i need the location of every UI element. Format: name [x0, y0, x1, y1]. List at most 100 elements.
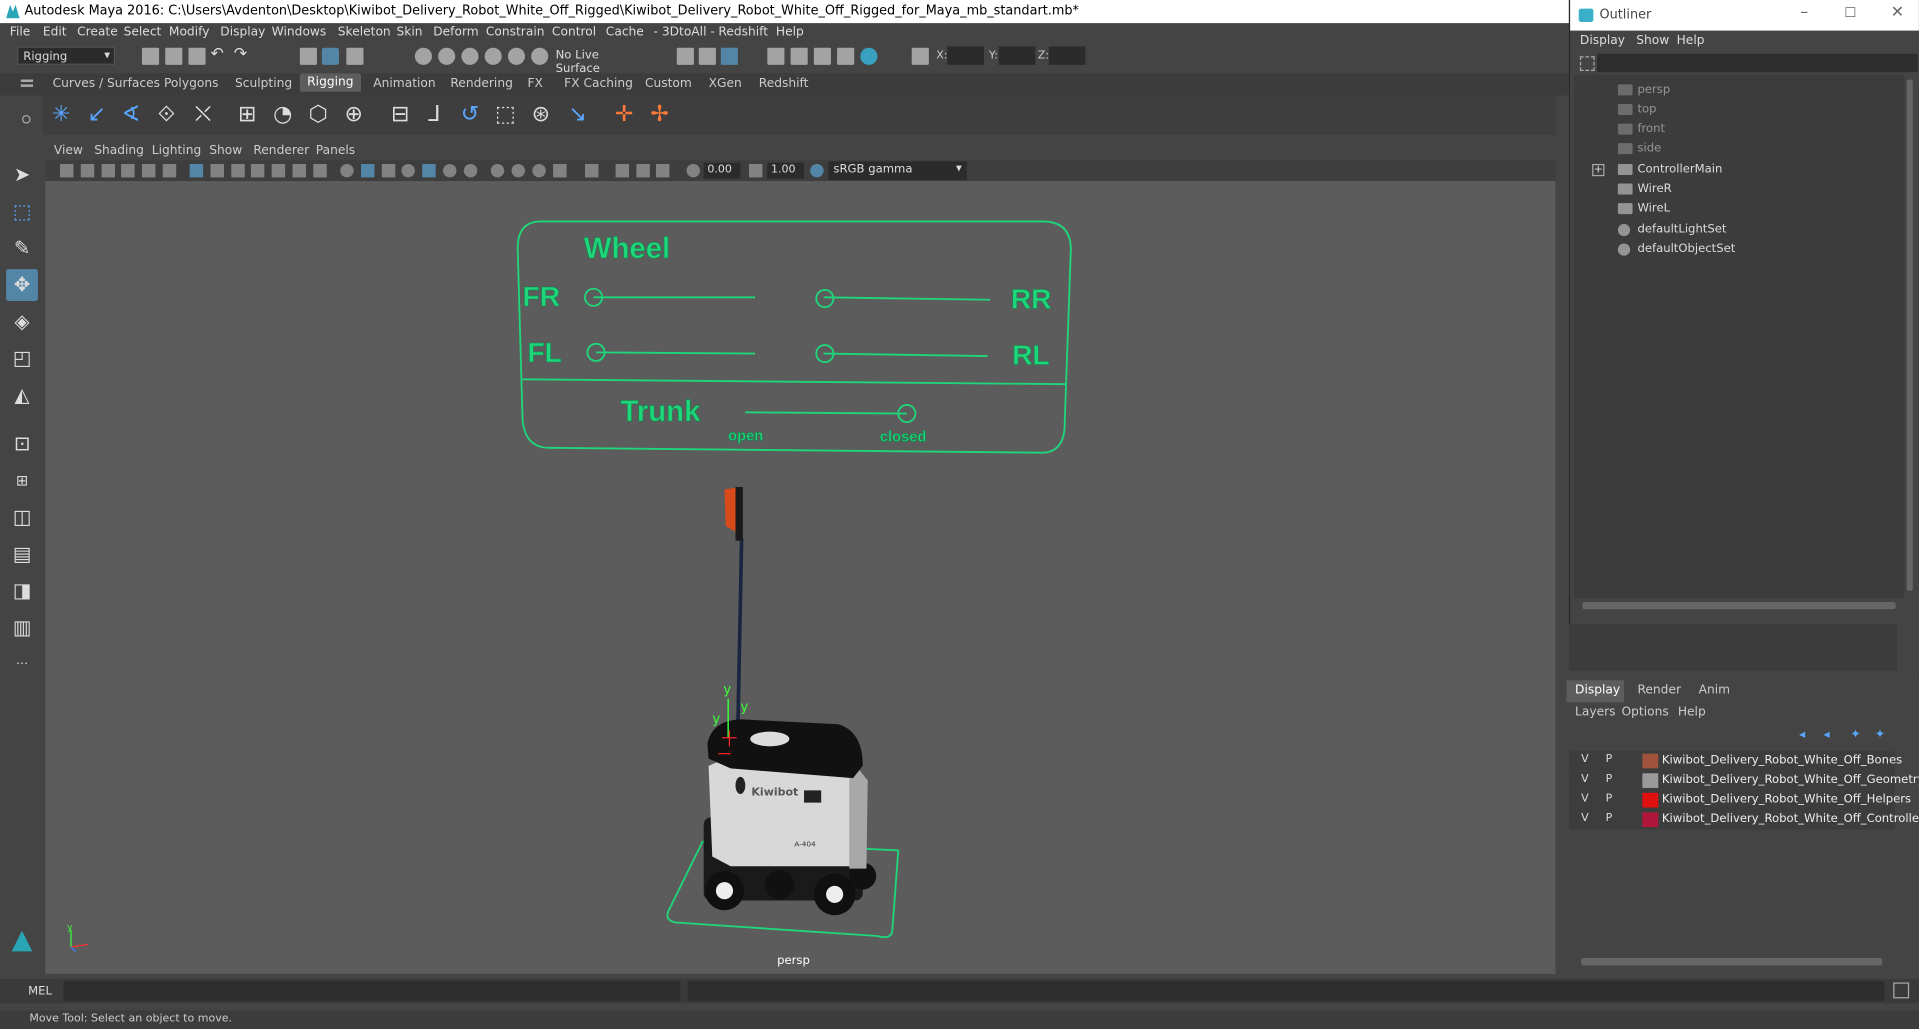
menu-constrain[interactable]: Constrain [486, 26, 545, 39]
safe-title-icon[interactable] [313, 163, 327, 178]
menu-cache[interactable]: Cache [606, 26, 644, 39]
layer-menu-options[interactable]: Options [1622, 706, 1669, 719]
kiwibot-robot[interactable]: Kiwibot A-404 [703, 719, 877, 916]
snap-surface-icon[interactable] [507, 47, 526, 65]
layer-playback-toggle[interactable]: P [1606, 754, 1613, 766]
move-tool-icon[interactable]: ✥ [6, 269, 38, 301]
outliner-menu-help[interactable]: Help [1677, 34, 1705, 47]
undo-icon[interactable]: ↶ [210, 45, 227, 63]
ik-spline-icon[interactable]: ∢ [119, 102, 143, 127]
scale-constraint-icon[interactable]: ⬚ [493, 102, 517, 127]
rotate-tool-icon[interactable]: ◈ [6, 306, 38, 338]
parent-constraint-icon[interactable]: ⊛ [529, 102, 553, 127]
tab-polygons[interactable]: Polygons [164, 77, 218, 90]
menu-3dtoall[interactable]: - 3DtoAll - [654, 26, 715, 39]
image-plane-icon[interactable] [121, 163, 135, 178]
layer-row-controllers[interactable]: V P Kiwibot_Delivery_Robot_White_Off_Contr… [1568, 809, 1919, 830]
layer-visibility-toggle[interactable]: V [1581, 773, 1589, 785]
screen-space-ao-icon[interactable] [490, 163, 505, 178]
resolution-gate-icon[interactable] [231, 163, 245, 178]
modeling-toolkit-icon[interactable] [911, 47, 929, 65]
select-hierarchy-icon[interactable] [299, 47, 317, 65]
layer-menu-help[interactable]: Help [1678, 706, 1706, 719]
layer-hscroll[interactable] [1581, 958, 1883, 966]
menu-file[interactable]: File [10, 26, 30, 39]
camera-2d-pan-icon[interactable] [162, 163, 177, 178]
textured-icon[interactable] [422, 163, 436, 178]
render-view-icon[interactable] [767, 47, 785, 65]
grease-pencil-icon[interactable] [141, 163, 156, 178]
hypershade-icon[interactable] [860, 47, 878, 65]
gate-mask-icon[interactable] [250, 163, 265, 178]
tab-animation[interactable]: Animation [373, 77, 435, 90]
menu-help[interactable]: Help [776, 26, 804, 39]
exposure-field[interactable]: 0.00 [703, 162, 741, 179]
menu-redshift[interactable]: Redshift [718, 26, 768, 39]
scale-tool-icon[interactable]: ◰ [6, 343, 38, 375]
move-layer-up-icon[interactable]: ◂ [1799, 728, 1805, 741]
new-layer-icon[interactable]: ✦ [1850, 728, 1860, 741]
menu-edit[interactable]: Edit [43, 26, 67, 39]
layer-color-swatch[interactable] [1642, 792, 1659, 808]
outliner-filter-icon[interactable] [1579, 56, 1595, 71]
expand-icon[interactable]: + [1592, 163, 1605, 177]
wireframe-on-shaded-icon[interactable] [401, 163, 415, 178]
xray-active-icon[interactable] [636, 163, 650, 178]
motion-blur-icon[interactable] [511, 163, 526, 178]
command-language[interactable]: MEL [28, 985, 52, 998]
menu-modify[interactable]: Modify [169, 26, 210, 39]
persp-outliner-icon[interactable]: ◨ [6, 575, 38, 607]
wireframe-icon[interactable] [340, 163, 354, 178]
new-layer-selected-icon[interactable]: ✦ [1875, 728, 1885, 741]
persp-viewport[interactable]: Wheel FR RR FL RL Trunk open closed Kiwi… [45, 181, 1556, 974]
tab-custom[interactable]: Custom [645, 77, 692, 90]
menu-display[interactable]: Display [220, 26, 265, 39]
field-chart-icon[interactable] [271, 163, 286, 178]
menu-select[interactable]: Select [124, 26, 162, 39]
tab-sculpting[interactable]: Sculpting [235, 77, 292, 90]
xray-icon[interactable] [615, 163, 630, 178]
camera-attr-icon[interactable] [80, 163, 95, 178]
layer-tab-display[interactable]: Display [1566, 680, 1624, 703]
grid-toggle-icon[interactable] [189, 163, 204, 178]
point-constraint-icon[interactable]: ⊟ [388, 102, 412, 127]
gamma-icon[interactable] [748, 163, 763, 178]
save-scene-icon[interactable] [188, 47, 206, 65]
input-ops-icon[interactable] [676, 47, 694, 65]
layer-row-helpers[interactable]: V P Kiwibot_Delivery_Robot_White_Off_Helpe… [1568, 790, 1911, 810]
menu-control[interactable]: Control [552, 26, 596, 39]
y-field[interactable] [998, 46, 1036, 65]
snap-live-icon[interactable] [531, 47, 549, 65]
default-material-icon[interactable] [381, 163, 396, 178]
tool-b-icon[interactable]: ✢ [647, 102, 671, 127]
layer-tab-anim[interactable]: Anim [1699, 684, 1730, 697]
layer-row-geometry[interactable]: V P Kiwibot_Delivery_Robot_White_Off_Geome… [1568, 770, 1919, 791]
shadows-icon[interactable] [463, 163, 478, 178]
last-tool-icon[interactable]: ◭ [6, 379, 38, 411]
select-component-icon[interactable] [346, 47, 364, 65]
layout-more-icon[interactable]: ⋯ [6, 648, 38, 680]
x-field[interactable] [947, 46, 984, 65]
menuset-dropdown[interactable]: Rigging ▾ [17, 46, 116, 65]
cluster-icon[interactable]: ⊕ [341, 102, 365, 127]
layer-playback-toggle[interactable]: P [1606, 812, 1613, 824]
script-editor-icon[interactable] [1893, 982, 1910, 999]
smooth-shade-icon[interactable] [361, 163, 375, 178]
outliner-search-input[interactable] [1597, 53, 1918, 73]
layer-color-swatch[interactable] [1642, 773, 1659, 788]
side-by-side-icon[interactable]: ◫ [6, 502, 38, 534]
shelf-settings-icon[interactable] [22, 115, 31, 124]
render-current-icon[interactable] [790, 47, 808, 65]
tab-redshift[interactable]: Redshift [759, 77, 809, 90]
safe-action-icon[interactable] [292, 163, 306, 178]
layer-color-swatch[interactable] [1642, 753, 1659, 769]
select-object-icon[interactable] [321, 47, 339, 65]
layer-playback-toggle[interactable]: P [1606, 773, 1613, 785]
camera-select-icon[interactable] [59, 163, 74, 178]
outliner-layout-icon[interactable]: ▥ [6, 612, 38, 644]
menu-skin[interactable]: Skin [397, 26, 423, 39]
tab-fx-caching[interactable]: FX Caching [564, 77, 633, 90]
snap-grid-icon[interactable] [414, 47, 433, 65]
outliner-vscroll[interactable] [1906, 79, 1913, 591]
layer-menu-layers[interactable]: Layers [1575, 706, 1616, 719]
